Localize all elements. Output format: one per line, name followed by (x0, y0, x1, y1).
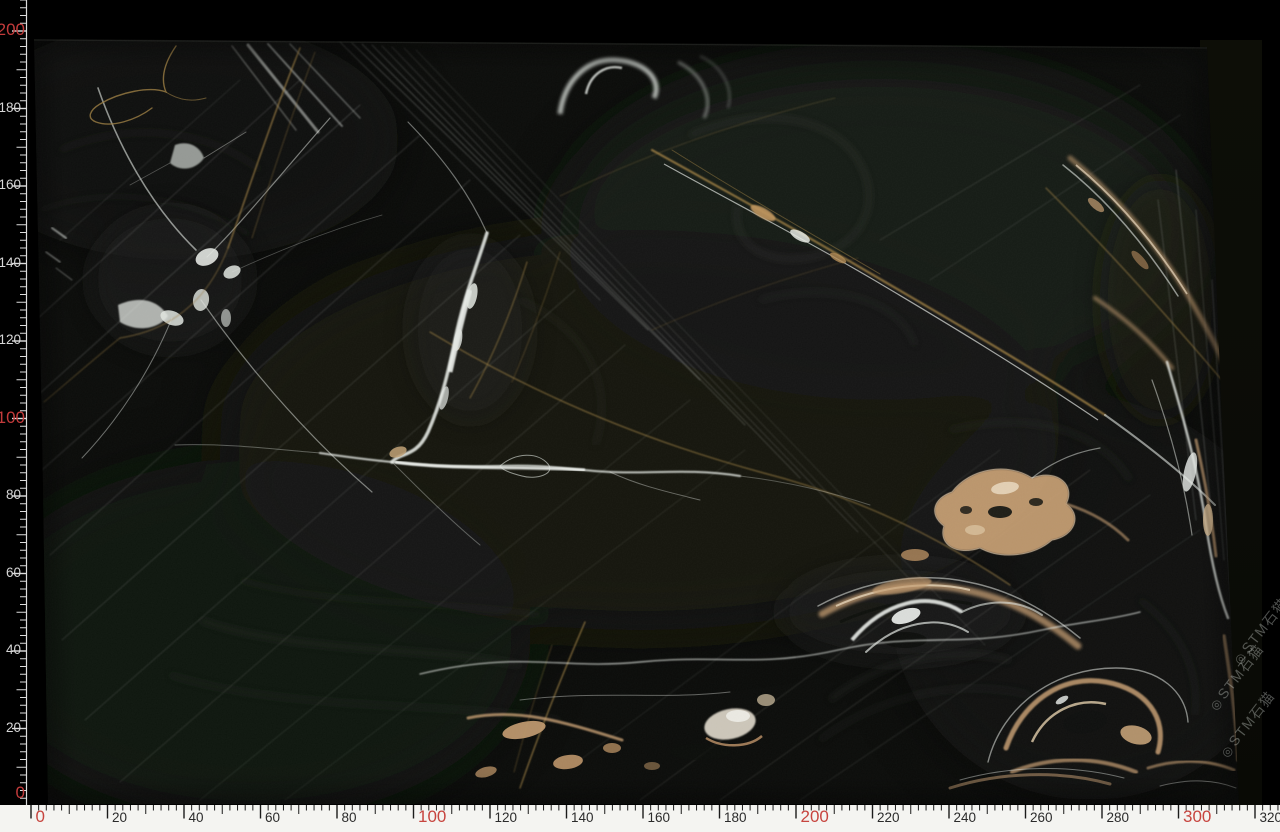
h-ruler-label-140: 140 (571, 811, 594, 825)
h-ruler-label-180: 180 (724, 811, 747, 825)
vertical-ruler-ticks (0, 0, 28, 806)
h-ruler-label-200: 200 (801, 808, 829, 825)
h-ruler-label-80: 80 (342, 811, 357, 825)
horizontal-ruler: 0 20 40 60 80 100 120 140 160 180 200 220 240 260 280 3… (0, 805, 1280, 832)
h-ruler-label-20: 20 (112, 811, 127, 825)
v-ruler-label-60: 60 (6, 566, 21, 580)
v-ruler-label-200: 200 (0, 21, 25, 38)
h-ruler-label-280: 280 (1107, 811, 1130, 825)
v-ruler-label-120: 120 (0, 333, 21, 347)
h-ruler-label-160: 160 (648, 811, 671, 825)
h-ruler-label-60: 60 (265, 811, 280, 825)
h-ruler-label-220: 220 (877, 811, 900, 825)
v-ruler-label-0: 0 (16, 784, 25, 801)
h-ruler-label-40: 40 (189, 811, 204, 825)
v-ruler-label-40: 40 (6, 643, 21, 657)
marble-texture (0, 0, 1280, 832)
h-ruler-label-100: 100 (418, 808, 446, 825)
v-ruler-label-180: 180 (0, 101, 21, 115)
v-ruler-label-20: 20 (6, 721, 21, 735)
h-ruler-label-320: 320 (1260, 811, 1280, 825)
h-ruler-label-240: 240 (954, 811, 977, 825)
vertical-ruler: 0 20 40 60 80 100 120 140 160 180 200 (0, 0, 28, 806)
v-ruler-label-160: 160 (0, 178, 21, 192)
v-ruler-label-80: 80 (6, 488, 21, 502)
h-ruler-label-300: 300 (1183, 808, 1211, 825)
h-ruler-label-260: 260 (1030, 811, 1053, 825)
v-ruler-label-140: 140 (0, 256, 21, 270)
slab-scan-viewer: 0 20 40 60 80 100 120 140 160 180 200 0 20 40 60 80 100… (0, 0, 1280, 832)
h-ruler-label-0: 0 (36, 808, 45, 825)
slab-photo (0, 0, 1280, 832)
h-ruler-label-120: 120 (495, 811, 518, 825)
v-ruler-label-100: 100 (0, 409, 25, 426)
